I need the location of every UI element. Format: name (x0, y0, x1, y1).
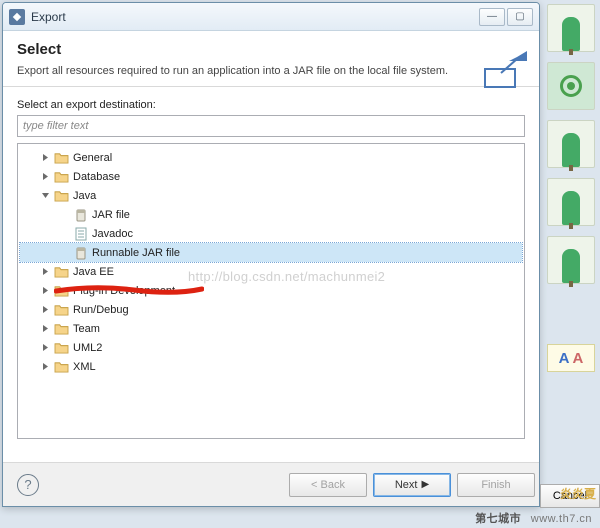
tree-item-label: Java EE (73, 266, 114, 278)
tree-folder[interactable]: XML (20, 357, 522, 376)
tree-item-label: Runnable JAR file (92, 247, 180, 259)
footer-site-cn: 第七城市 (475, 513, 521, 525)
folder-icon (54, 151, 69, 164)
sidebar-thumb (547, 4, 595, 52)
folder-icon (54, 170, 69, 183)
window-buttons: — ▢ (479, 8, 533, 26)
export-tree[interactable]: http://blog.csdn.net/machunmei2 GeneralD… (17, 143, 525, 439)
chevron-right-icon[interactable] (40, 285, 51, 296)
doc-icon (74, 227, 88, 241)
chevron-right-icon[interactable] (40, 342, 51, 353)
expander-none (60, 209, 71, 220)
expander-none (60, 247, 71, 258)
page-title: Select (17, 41, 525, 58)
next-button[interactable]: Next▶ (373, 473, 451, 497)
sidebar-thumb (547, 62, 595, 110)
button-bar: ? < Back Next▶ Finish (3, 462, 539, 506)
tree-item[interactable]: JAR file (20, 205, 522, 224)
finish-button[interactable]: Finish (457, 473, 535, 497)
tree-item-label: JAR file (92, 209, 130, 221)
dialog-header: Select Export all resources required to … (3, 31, 539, 87)
tree-folder[interactable]: Database (20, 167, 522, 186)
chevron-right-icon[interactable] (40, 304, 51, 315)
tree-item[interactable]: Javadoc (20, 224, 522, 243)
tree-folder[interactable]: General (20, 148, 522, 167)
footer-site-en: www.th7.cn (531, 513, 592, 525)
filter-input[interactable] (17, 115, 525, 137)
chevron-right-icon[interactable] (40, 171, 51, 182)
footer-credit: 第七城市 www.th7.cn (475, 510, 592, 526)
tree-item-label: Team (73, 323, 100, 335)
jar-icon (74, 208, 88, 222)
dialog-body: Select an export destination: http://blo… (3, 87, 539, 443)
destination-label: Select an export destination: (17, 99, 525, 111)
back-button[interactable]: < Back (289, 473, 367, 497)
desktop-sidebar: AA 炎炎夏 (542, 0, 600, 528)
help-button[interactable]: ? (17, 474, 39, 496)
tree-item-label: UML2 (73, 342, 102, 354)
tree-item-label: Java (73, 190, 96, 202)
tree-folder[interactable]: Run/Debug (20, 300, 522, 319)
tree-item-label: Javadoc (92, 228, 133, 240)
chevron-right-icon[interactable] (40, 152, 51, 163)
sidebar-thumb (547, 236, 595, 284)
jar-icon (74, 246, 88, 260)
page-description: Export all resources required to run an … (17, 64, 525, 78)
next-button-label: Next (395, 479, 418, 491)
chevron-right-icon[interactable] (40, 361, 51, 372)
tree-folder[interactable]: UML2 (20, 338, 522, 357)
maximize-button[interactable]: ▢ (507, 8, 533, 26)
tree-folder[interactable]: Java EE (20, 262, 522, 281)
folder-icon (54, 322, 69, 335)
window-title: Export (31, 10, 479, 24)
tree-folder[interactable]: Team (20, 319, 522, 338)
folder-icon (54, 284, 69, 297)
expander-none (60, 228, 71, 239)
folder-icon (54, 341, 69, 354)
tree-folder[interactable]: Plug-in Development (20, 281, 522, 300)
sidebar-thumb (547, 120, 595, 168)
sidebar-thumb (547, 178, 595, 226)
font-sample-icon: AA (547, 344, 595, 372)
app-icon (9, 9, 25, 25)
minimize-button[interactable]: — (479, 8, 505, 26)
folder-icon (54, 360, 69, 373)
tree-item-label: Run/Debug (73, 304, 129, 316)
chevron-right-icon: ▶ (421, 479, 429, 490)
chevron-down-icon[interactable] (40, 190, 51, 201)
folder-icon (54, 265, 69, 278)
export-banner-icon (483, 49, 529, 91)
titlebar: Export — ▢ (3, 3, 539, 31)
sidebar-hot-label: 炎炎夏 (560, 485, 596, 502)
tree-folder[interactable]: Java (20, 186, 522, 205)
export-dialog: Export — ▢ Select Export all resources r… (2, 2, 540, 507)
tree-item-label: General (73, 152, 112, 164)
tree-item-label: XML (73, 361, 96, 373)
tree-item-label: Plug-in Development (73, 285, 175, 297)
tree-item-label: Database (73, 171, 120, 183)
folder-icon (54, 303, 69, 316)
chevron-right-icon[interactable] (40, 323, 51, 334)
folder-icon (54, 189, 69, 202)
tree-item[interactable]: Runnable JAR file (20, 243, 522, 262)
chevron-right-icon[interactable] (40, 266, 51, 277)
